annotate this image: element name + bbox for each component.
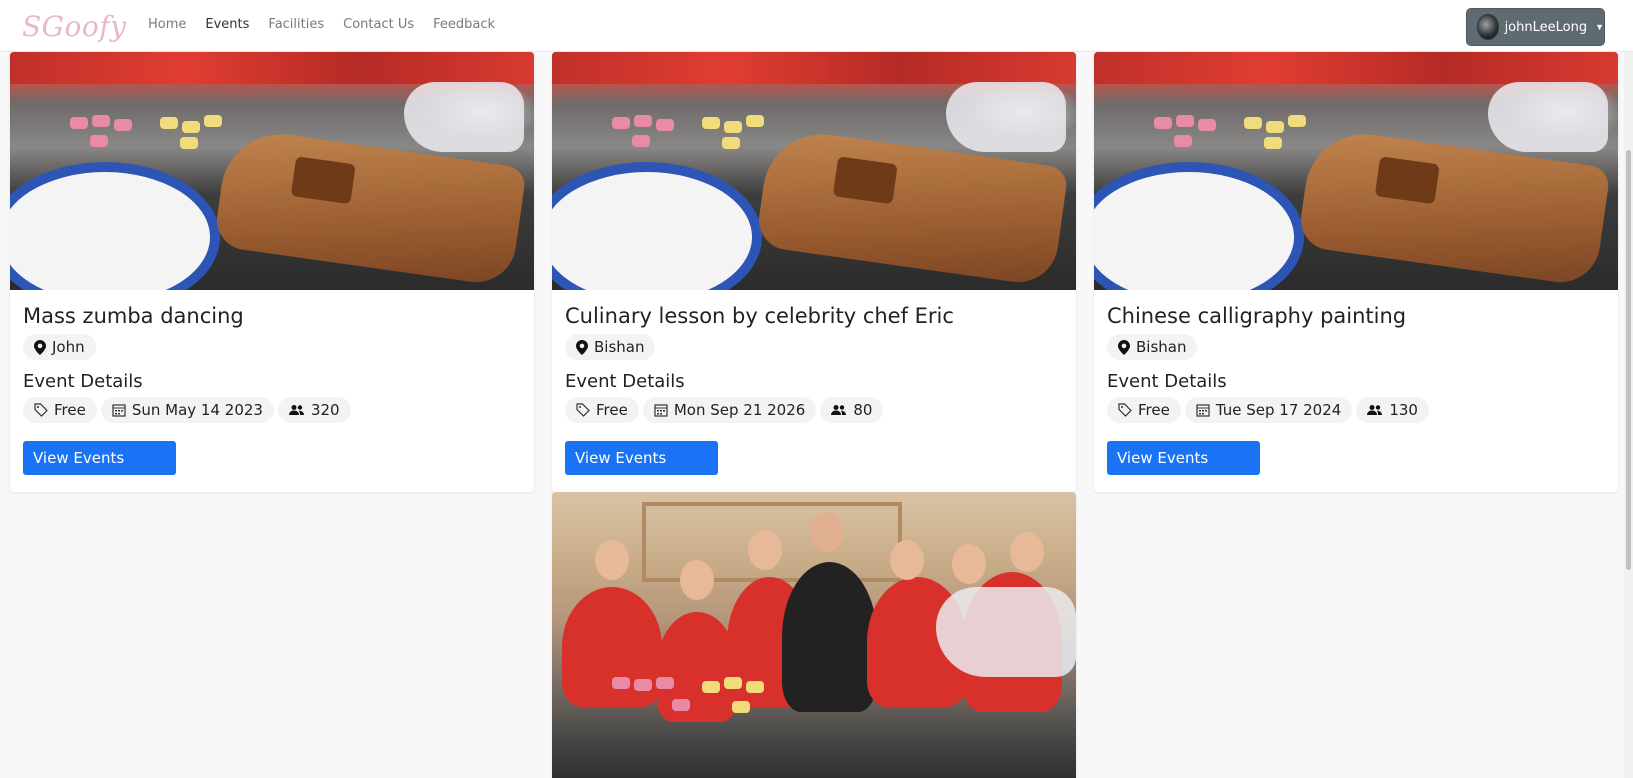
people-icon xyxy=(1367,405,1383,415)
user-name: johnLeeLong xyxy=(1504,19,1588,35)
location-text: Bishan xyxy=(594,338,645,356)
tag-icon xyxy=(34,403,48,417)
capacity-text: 320 xyxy=(310,401,340,419)
location-text: Bishan xyxy=(1136,338,1187,356)
nav-link-home[interactable]: Home xyxy=(148,17,186,32)
map-pin-icon xyxy=(1118,339,1130,355)
date-text: Tue Sep 17 2024 xyxy=(1215,401,1342,419)
price-text: Free xyxy=(54,401,86,419)
capacity-badge: 320 xyxy=(277,397,351,423)
event-details-label: Event Details xyxy=(1107,371,1227,392)
event-image xyxy=(1094,52,1618,290)
date-badge: Sun May 14 2023 xyxy=(100,397,274,423)
date-text: Mon Sep 21 2026 xyxy=(673,401,806,419)
event-image xyxy=(552,492,1076,778)
event-details-label: Event Details xyxy=(23,371,143,392)
people-icon xyxy=(288,405,304,415)
location-badge: Bishan xyxy=(565,334,656,360)
date-badge: Mon Sep 21 2026 xyxy=(642,397,817,423)
location-badge: John xyxy=(23,334,96,360)
capacity-badge: 130 xyxy=(1356,397,1429,423)
price-badge: Free xyxy=(23,397,97,423)
tag-icon xyxy=(1118,403,1132,417)
nav-link-events[interactable]: Events xyxy=(205,17,249,32)
event-card xyxy=(552,492,1076,778)
nav-links: Home Events Facilities Contact Us Feedba… xyxy=(148,17,514,32)
caret-down-icon: ▼ xyxy=(1595,22,1604,32)
people-icon xyxy=(831,405,847,415)
brand-logo[interactable]: SGoofy xyxy=(22,10,126,43)
nav-link-facilities[interactable]: Facilities xyxy=(268,17,324,32)
map-pin-icon xyxy=(34,339,46,355)
event-card: Chinese calligraphy painting Bishan Even… xyxy=(1094,52,1618,492)
price-text: Free xyxy=(1138,401,1170,419)
calendar-icon xyxy=(112,404,126,417)
location-badge: Bishan xyxy=(1107,334,1198,360)
event-card: Culinary lesson by celebrity chef Eric B… xyxy=(552,52,1076,492)
capacity-text: 130 xyxy=(1389,401,1418,419)
view-events-button[interactable]: View Events xyxy=(23,441,176,475)
event-title: Chinese calligraphy painting xyxy=(1107,304,1407,328)
price-badge: Free xyxy=(1107,397,1181,423)
capacity-badge: 80 xyxy=(820,397,884,423)
avatar xyxy=(1477,14,1499,40)
location-text: John xyxy=(52,338,85,356)
map-pin-icon xyxy=(576,339,588,355)
user-menu-button[interactable]: johnLeeLong ▼ xyxy=(1466,8,1605,46)
tag-icon xyxy=(576,403,590,417)
event-image xyxy=(552,52,1076,290)
event-details-label: Event Details xyxy=(565,371,685,392)
event-card: Mass zumba dancing John Event Details Fr… xyxy=(10,52,534,492)
nav-link-contact-us[interactable]: Contact Us xyxy=(343,17,414,32)
calendar-icon xyxy=(1196,404,1210,417)
price-text: Free xyxy=(596,401,628,419)
view-events-button[interactable]: View Events xyxy=(1107,441,1260,475)
navbar: SGoofy Home Events Facilities Contact Us… xyxy=(0,0,1633,52)
price-badge: Free xyxy=(565,397,639,423)
date-badge: Tue Sep 17 2024 xyxy=(1184,397,1353,423)
event-image xyxy=(10,52,534,290)
capacity-text: 80 xyxy=(853,401,873,419)
date-text: Sun May 14 2023 xyxy=(131,401,263,419)
event-title: Mass zumba dancing xyxy=(23,304,244,328)
nav-link-feedback[interactable]: Feedback xyxy=(433,17,495,32)
calendar-icon xyxy=(654,404,668,417)
view-events-button[interactable]: View Events xyxy=(565,441,718,475)
event-title: Culinary lesson by celebrity chef Eric xyxy=(565,304,954,328)
scrollbar-thumb[interactable] xyxy=(1626,150,1631,570)
